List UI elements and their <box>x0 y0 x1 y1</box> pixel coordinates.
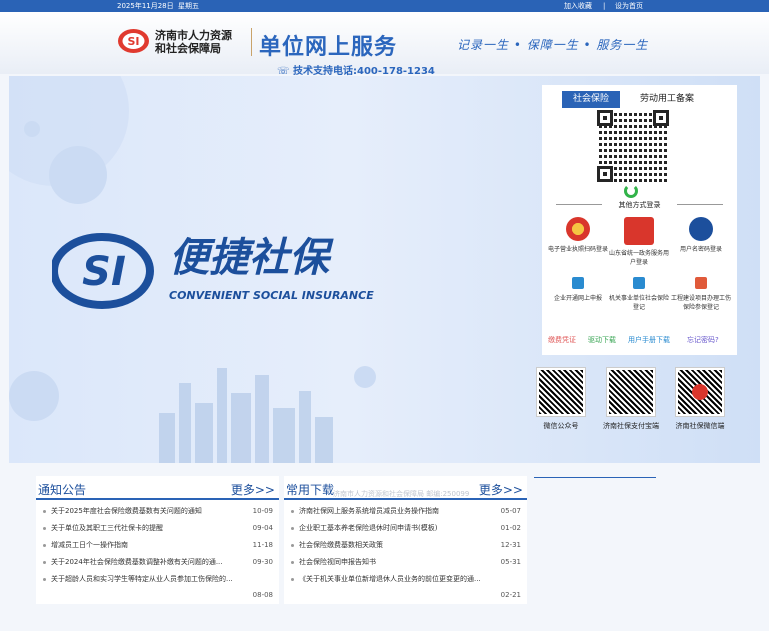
city-building <box>315 417 333 463</box>
login-enterprise[interactable]: 企业开通网上申报 <box>546 277 610 303</box>
login-business-license[interactable]: 电子营业执照扫码登录 <box>546 217 610 254</box>
driver-download-link[interactable]: 驱动下载 <box>588 335 616 345</box>
city-building <box>255 375 269 463</box>
list-item[interactable]: 关于超龄人员和实习学生等特定从业人员参加工伤保险的... <box>36 571 279 588</box>
login-method-label: 机关事业单位社会保险登记 <box>608 295 669 311</box>
app-label: 济南社保微信端 <box>675 422 725 430</box>
login-panel: 社会保险 劳动用工备案 其他方式登录 电子营业执照扫码登录 山东省统一政务服务用… <box>542 85 737 355</box>
si-password-icon <box>689 217 713 241</box>
other-login-label: 其他方式登录 <box>542 200 737 210</box>
login-method-label: 工程建设项目办理工伤保险参保登记 <box>670 295 731 311</box>
add-favorite-link[interactable]: 加入收藏 <box>564 0 592 12</box>
current-date: 2025年11月28日 <box>117 2 174 10</box>
weekday: 星期五 <box>178 2 199 10</box>
site-header: SI 济南市人力资源 和社会保障局 单位网上服务 记录一生 • 保障一生 • 服… <box>0 12 769 77</box>
city-building <box>299 391 311 463</box>
login-method-label: 用户名密码登录 <box>679 246 722 253</box>
login-institution[interactable]: 机关事业单位社会保险登记 <box>607 277 671 312</box>
city-building <box>195 403 213 463</box>
enterprise-icon <box>572 277 584 289</box>
list-item[interactable]: 社会保险视同申报告知书 05-31 <box>284 554 527 571</box>
bureau-name: 济南市人力资源 和社会保障局 <box>155 29 232 55</box>
login-method-label: 企业开通网上申报 <box>553 295 602 302</box>
site-title: 单位网上服务 <box>259 35 398 60</box>
login-construction[interactable]: 工程建设项目办理工伤保险参保登记 <box>669 277 733 312</box>
list-item-date-row: 02-21 <box>500 591 521 599</box>
list-item[interactable]: 济南社保网上服务系统增员减员业务操作指南 05-07 <box>284 503 527 520</box>
decor-circle <box>24 121 40 137</box>
manual-download-link[interactable]: 用户手册下载 <box>628 335 670 345</box>
list-item[interactable]: 关于2024年社会保险缴费基数调整补缴有关问题的通... 09-30 <box>36 554 279 571</box>
wechat-official-account[interactable]: 微信公众号 <box>531 367 591 431</box>
login-shandong-gov[interactable]: 山东省统一政务服务用户登录 <box>607 217 671 267</box>
top-bar: 2025年11月28日 星期五 加入收藏 | 设为首页 <box>0 0 769 12</box>
tab-social-insurance[interactable]: 社会保险 <box>562 91 620 108</box>
svg-text:SI: SI <box>127 35 139 48</box>
app-label: 微信公众号 <box>543 422 579 430</box>
business-license-icon <box>566 217 590 241</box>
qr-code-icon <box>536 367 586 417</box>
bureau-logo-icon: SI <box>118 29 149 53</box>
forgot-password-link[interactable]: 忘记密码? <box>687 335 719 345</box>
topbar-separator: | <box>603 2 606 10</box>
city-building <box>273 408 295 463</box>
city-building <box>159 413 175 463</box>
faint-footer-text: 济南市人力资源和社会保障局 邮编:250099 <box>333 490 470 498</box>
payment-voucher-link[interactable]: 缴费凭证 <box>548 335 576 345</box>
login-password[interactable]: 用户名密码登录 <box>669 217 733 254</box>
list-item[interactable]: 社会保险缴费基数相关政策 12-31 <box>284 537 527 554</box>
set-homepage-link[interactable]: 设为首页 <box>615 0 643 12</box>
construction-icon <box>695 277 707 289</box>
brand-english: CONVENIENT SOCIAL INSURANCE <box>169 289 374 302</box>
wechat-app[interactable]: 济南社保微信端 <box>670 367 730 431</box>
decor-circle <box>9 371 59 421</box>
institution-icon <box>633 277 645 289</box>
city-building <box>179 383 191 463</box>
si-logo-icon: SI <box>52 233 154 309</box>
list-item[interactable]: 增减员工日个一操作指南 11-18 <box>36 537 279 554</box>
city-building <box>231 393 251 463</box>
login-qr-code <box>597 110 669 182</box>
svg-text:SI: SI <box>82 249 126 295</box>
app-label: 济南社保支付宝端 <box>603 422 659 430</box>
list-item[interactable]: 《关于机关事业单位新增退休人员业务的前位更变更的通... <box>284 571 527 588</box>
brand-chinese: 便捷社保 <box>169 235 329 281</box>
list-item[interactable]: 企业职工基本养老保险退休时间申请书(模板) 01-02 <box>284 520 527 537</box>
qr-code-icon <box>675 367 725 417</box>
section-title: 常用下载 <box>286 483 335 497</box>
right-divider <box>534 477 656 478</box>
alipay-app[interactable]: 济南社保支付宝端 <box>601 367 661 431</box>
downloads-more-link[interactable]: 更多>> <box>479 481 523 498</box>
decor-circle <box>354 366 376 388</box>
tab-labor-filing[interactable]: 劳动用工备案 <box>632 91 702 108</box>
header-divider <box>251 28 252 56</box>
decor-circle <box>49 146 107 204</box>
notices-more-link[interactable]: 更多>> <box>231 481 275 498</box>
shandong-gov-icon <box>624 217 654 245</box>
list-item-date-row: 08-08 <box>252 591 273 599</box>
list-item[interactable]: 关于单位及其职工三代社保卡的提醒 09-04 <box>36 520 279 537</box>
section-title: 通知公告 <box>38 483 87 497</box>
login-method-label: 电子营业执照扫码登录 <box>547 246 608 253</box>
bureau-name-line1: 济南市人力资源 <box>155 29 232 42</box>
qr-code-icon <box>606 367 656 417</box>
support-hotline: ☏ 技术支持电话:400-178-1234 <box>277 62 435 77</box>
login-method-label: 山东省统一政务服务用户登录 <box>608 250 669 266</box>
section-header: 通知公告 更多>> <box>36 476 279 500</box>
city-building <box>217 368 227 463</box>
notice-section: 通知公告 更多>> 关于2025年度社会保险缴费基数有关问题的通知 10-09 关… <box>36 476 279 604</box>
bureau-name-line2: 和社会保障局 <box>155 42 221 55</box>
refresh-qr-icon[interactable] <box>624 184 638 198</box>
list-item[interactable]: 关于2025年度社会保险缴费基数有关问题的通知 10-09 <box>36 503 279 520</box>
slogan: 记录一生 • 保障一生 • 服务一生 <box>457 38 649 52</box>
